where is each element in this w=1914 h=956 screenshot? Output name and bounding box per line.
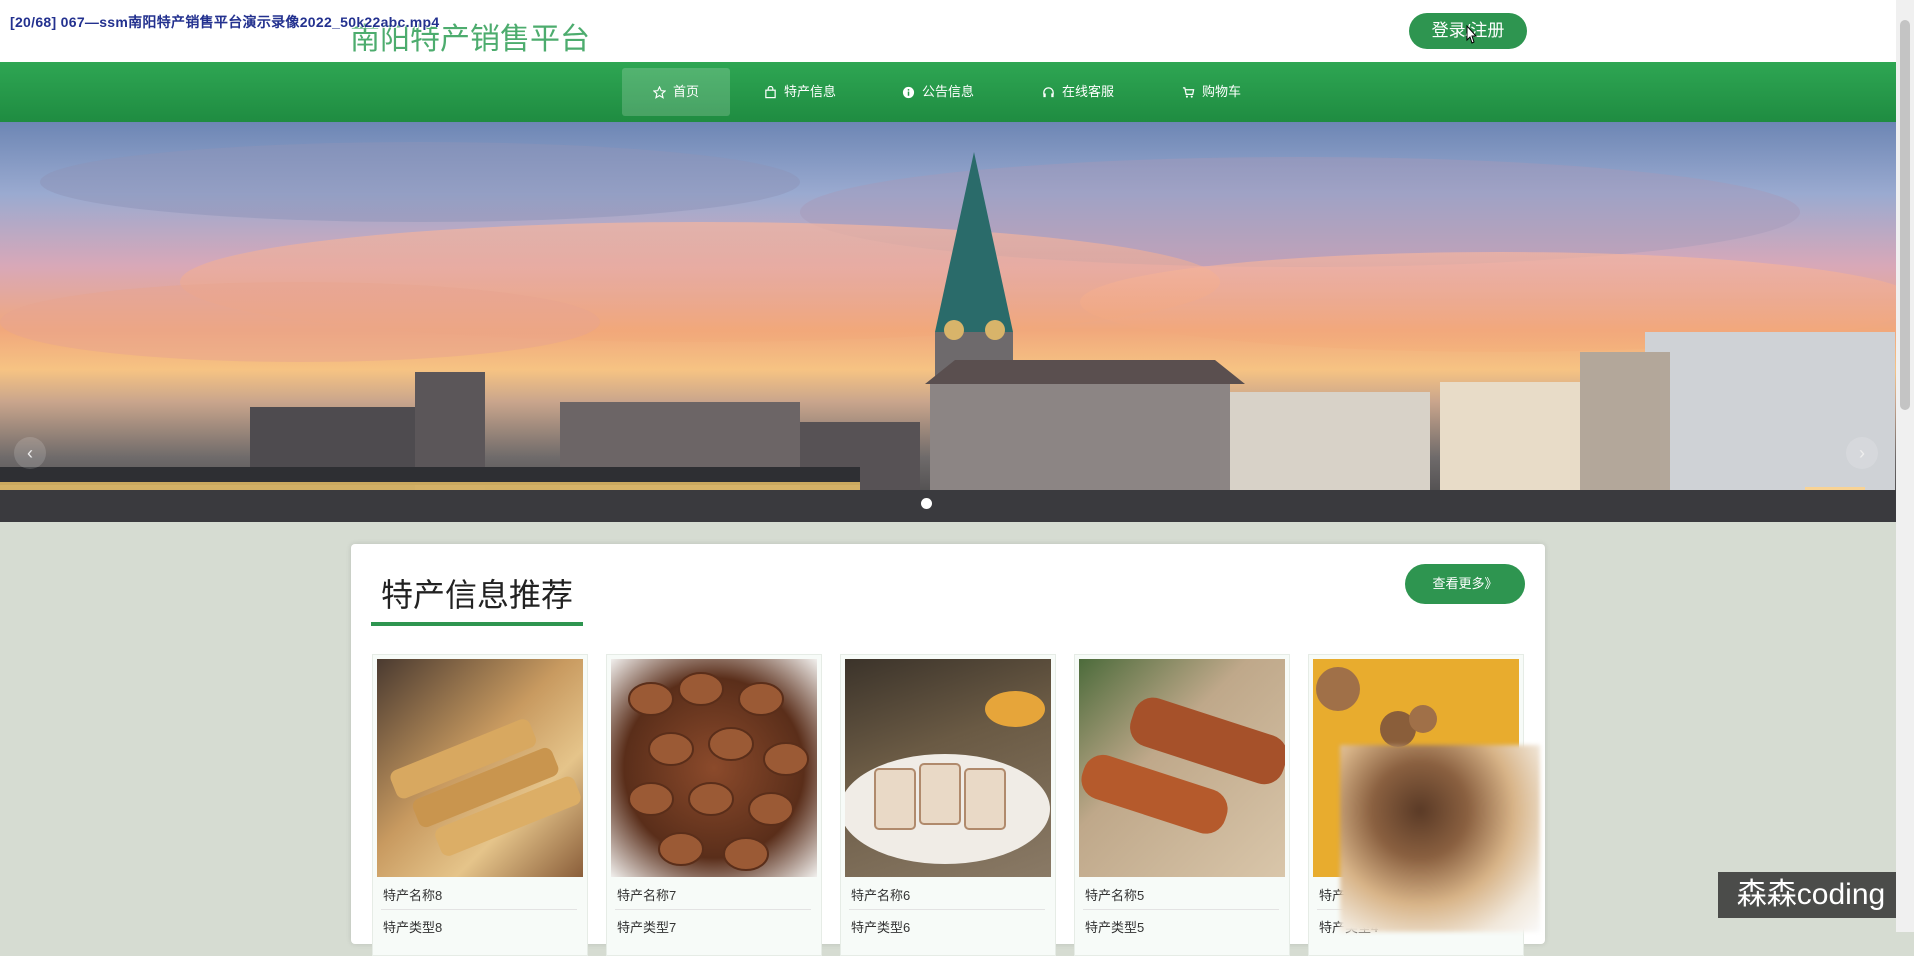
section-title: 特产信息推荐 xyxy=(381,577,574,613)
scrollbar-thumb[interactable] xyxy=(1900,20,1910,410)
nav-label: 特产信息 xyxy=(784,84,837,99)
blurred-region xyxy=(1340,745,1540,932)
product-image[interactable] xyxy=(377,659,583,877)
product-name: 特产名称5 xyxy=(1085,888,1145,903)
info-icon xyxy=(902,86,915,98)
nav-item-products[interactable]: 特产信息 xyxy=(750,68,850,116)
product-type: 特产类型8 xyxy=(383,920,443,935)
nav-item-notices[interactable]: 公告信息 xyxy=(888,68,988,116)
product-card[interactable]: 特产名称6 特产类型6 xyxy=(840,654,1056,956)
banner-indicator-dot[interactable] xyxy=(921,498,932,509)
nav-label: 在线客服 xyxy=(1062,84,1115,99)
headset-icon xyxy=(1043,86,1054,97)
nav-label: 首页 xyxy=(672,84,699,99)
nav-item-support[interactable]: 在线客服 xyxy=(1028,68,1128,116)
product-card[interactable]: 特产名称5 特产类型5 xyxy=(1074,654,1290,956)
banner-next-arrow[interactable]: › xyxy=(1846,437,1878,469)
main-nav: 首页 特产信息 公告信息 在线客服 购物车 xyxy=(0,62,1896,122)
product-image[interactable] xyxy=(611,659,817,877)
mouse-cursor-icon xyxy=(1466,25,1478,44)
product-type: 特产类型7 xyxy=(617,920,677,935)
product-name: 特产名称7 xyxy=(617,888,677,903)
nav-label: 购物车 xyxy=(1202,84,1242,99)
divider xyxy=(849,909,1045,910)
page-scrollbar[interactable] xyxy=(1896,0,1914,932)
bag-icon xyxy=(765,85,776,98)
divider xyxy=(1083,909,1279,910)
product-card[interactable]: 特产名称7 特产类型7 xyxy=(606,654,822,956)
banner-prev-arrow[interactable]: ‹ xyxy=(14,437,46,469)
watermark: 森森coding xyxy=(1718,872,1904,918)
divider xyxy=(381,909,577,910)
product-name: 特产名称8 xyxy=(383,888,443,903)
product-image[interactable] xyxy=(1079,659,1285,877)
star-icon xyxy=(652,85,666,99)
video-title-overlay: [20/68] 067—ssm南阳特产销售平台演示录像2022_50k22abc… xyxy=(10,14,440,30)
nav-item-cart[interactable]: 购物车 xyxy=(1168,68,1255,116)
nav-item-home[interactable]: 首页 xyxy=(622,68,730,116)
product-type: 特产类型6 xyxy=(851,920,911,935)
product-image[interactable] xyxy=(845,659,1051,877)
banner-cityscape-image xyxy=(0,142,1896,522)
nav-label: 公告信息 xyxy=(922,84,975,99)
title-underline xyxy=(371,622,583,626)
divider xyxy=(615,909,811,910)
cart-icon xyxy=(1182,86,1195,98)
hero-banner[interactable]: ‹ › xyxy=(0,122,1896,522)
product-type: 特产类型5 xyxy=(1085,920,1145,935)
view-more-button[interactable]: 查看更多》 xyxy=(1405,564,1525,604)
product-name: 特产名称6 xyxy=(851,888,911,903)
product-card[interactable]: 特产名称8 特产类型8 xyxy=(372,654,588,956)
